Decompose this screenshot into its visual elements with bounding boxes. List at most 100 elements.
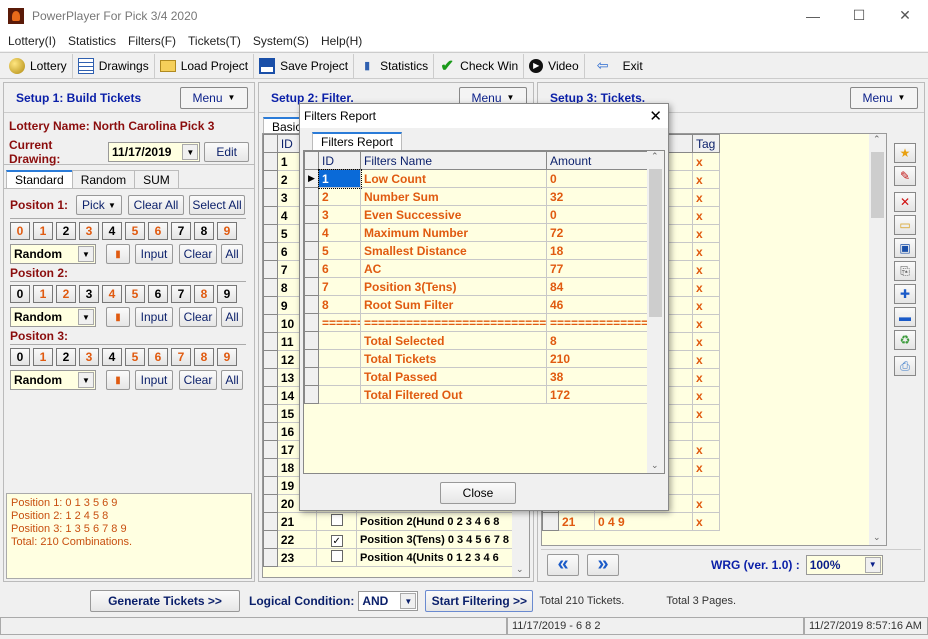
position-3-digit-0[interactable]: 0	[10, 348, 30, 366]
position-3-digit-5[interactable]: 5	[125, 348, 145, 366]
folder-open-tool-button[interactable]: ▭	[894, 215, 916, 235]
report-row[interactable]: Total Selected 8	[304, 331, 648, 350]
position-3-all-button[interactable]: All	[221, 370, 243, 390]
report-row[interactable]: Total Tickets 210	[304, 349, 648, 368]
tickets-scrollbar[interactable]: ⌃ ⌄	[869, 134, 886, 545]
position-2-input-button[interactable]: Input	[135, 307, 173, 327]
position-1-input-button[interactable]: Input	[135, 244, 173, 264]
position-1-mode-select[interactable]: Random ▼	[10, 244, 96, 264]
ticket-row[interactable]: 21 0 4 9x	[542, 512, 720, 531]
position-2-digit-6[interactable]: 6	[148, 285, 168, 303]
position-2-clear-button[interactable]: Clear	[179, 307, 217, 327]
position-3-digit-3[interactable]: 3	[79, 348, 99, 366]
position-1-digit-8[interactable]: 8	[194, 222, 214, 240]
generate-tickets-button[interactable]: Generate Tickets >>	[90, 590, 240, 612]
tab-filters-report[interactable]: Filters Report	[312, 132, 403, 150]
tab-sum[interactable]: SUM	[134, 170, 179, 188]
report-id-header[interactable]: ID	[318, 151, 361, 170]
position-2-digit-1[interactable]: 1	[33, 285, 53, 303]
scroll-thumb[interactable]	[649, 169, 662, 317]
position-2-digit-2[interactable]: 2	[56, 285, 76, 303]
edit-button[interactable]: Edit	[204, 142, 249, 162]
position-1-clear-button[interactable]: Clear	[179, 244, 217, 264]
lottery-button[interactable]: Lottery	[4, 53, 73, 78]
minimize-button[interactable]: —	[790, 0, 836, 31]
position-1-digit-9[interactable]: 9	[217, 222, 237, 240]
position-3-digit-4[interactable]: 4	[102, 348, 122, 366]
setup3-menu-button[interactable]: Menu ▼	[850, 86, 918, 109]
report-scrollbar[interactable]: ⌃ ⌄	[647, 151, 664, 473]
report-row[interactable]: 4 Maximum Number 72	[304, 223, 648, 242]
report-row[interactable]: Total Filtered Out 172	[304, 385, 648, 404]
printer-tool-button[interactable]: ⎙	[894, 356, 916, 376]
position-2-digit-3[interactable]: 3	[79, 285, 99, 303]
position-3-digit-6[interactable]: 6	[148, 348, 168, 366]
tab-standard[interactable]: Standard	[6, 170, 73, 188]
position-1-digit-4[interactable]: 4	[102, 222, 122, 240]
video-button[interactable]: ▶ Video	[524, 53, 585, 78]
menu-statistics[interactable]: Statistics	[62, 34, 122, 48]
copy-tool-button[interactable]: ⎘	[894, 261, 916, 281]
delete-tool-button[interactable]: ✕	[894, 192, 916, 212]
menu-filters[interactable]: Filters(F)	[122, 34, 182, 48]
position-2-digit-0[interactable]: 0	[10, 285, 30, 303]
position-3-input-button[interactable]: Input	[135, 370, 173, 390]
menu-lottery[interactable]: Lottery(I)	[2, 34, 62, 48]
position-2-digit-9[interactable]: 9	[217, 285, 237, 303]
position-3-digit-2[interactable]: 2	[56, 348, 76, 366]
position-1-digit-0[interactable]: 0	[10, 222, 30, 240]
exit-button[interactable]: ⇦ Exit	[585, 54, 648, 78]
logical-condition-select[interactable]: AND ▼	[358, 591, 419, 611]
next-page-button[interactable]: »	[587, 553, 619, 576]
minus-tool-button[interactable]: ▬	[894, 307, 916, 327]
plus-tool-button[interactable]: ✚	[894, 284, 916, 304]
recycle-tool-button[interactable]: ♻	[894, 330, 916, 350]
position-3-mode-select[interactable]: Random ▼	[10, 370, 96, 390]
report-row[interactable]: 3 Even Successive 0	[304, 205, 648, 224]
position-2-mode-select[interactable]: Random ▼	[10, 307, 96, 327]
position-2-digit-7[interactable]: 7	[171, 285, 191, 303]
position-2-digit-4[interactable]: 4	[102, 285, 122, 303]
position-1-digit-2[interactable]: 2	[56, 222, 76, 240]
menu-tickets[interactable]: Tickets(T)	[182, 34, 247, 48]
zoom-select[interactable]: 100% ▼	[805, 554, 883, 575]
position-3-clear-button[interactable]: Clear	[179, 370, 217, 390]
filter-checkbox[interactable]	[330, 550, 343, 562]
close-window-button[interactable]: ✕	[882, 0, 928, 31]
report-row[interactable]: 8 Root Sum Filter 46	[304, 295, 648, 314]
tab-random[interactable]: Random	[71, 170, 136, 188]
position-2-all-button[interactable]: All	[221, 307, 243, 327]
clear-all-button[interactable]: Clear All	[128, 195, 184, 215]
dialog-close-button[interactable]: Close	[440, 482, 516, 504]
position-1-chart-button[interactable]: ▮	[106, 244, 130, 264]
position-2-chart-button[interactable]: ▮	[106, 307, 130, 327]
floppy-disk-tool-button[interactable]: ▣	[894, 238, 916, 258]
position-1-digit-3[interactable]: 3	[79, 222, 99, 240]
position-2-digit-5[interactable]: 5	[125, 285, 145, 303]
start-filtering-button[interactable]: Start Filtering >>	[425, 590, 534, 612]
load-project-button[interactable]: Load Project	[155, 53, 255, 78]
position-3-digit-8[interactable]: 8	[194, 348, 214, 366]
previous-page-button[interactable]: «	[547, 553, 579, 576]
report-name-header[interactable]: Filters Name	[360, 151, 547, 170]
save-project-button[interactable]: Save Project	[254, 53, 355, 78]
menu-help[interactable]: Help(H)	[315, 34, 368, 48]
position-3-digit-1[interactable]: 1	[33, 348, 53, 366]
position-3-digit-7[interactable]: 7	[171, 348, 191, 366]
position-1-digit-5[interactable]: 5	[125, 222, 145, 240]
dialog-close-icon[interactable]: ✕	[649, 107, 662, 125]
brush-tool-button[interactable]: ✎	[894, 166, 916, 186]
report-row[interactable]: 6 AC 77	[304, 259, 648, 278]
position-2-digit-8[interactable]: 8	[194, 285, 214, 303]
report-amount-header[interactable]: Amount	[546, 151, 648, 170]
setup1-menu-button[interactable]: Menu ▼	[180, 86, 248, 109]
filter-row[interactable]: 21 Position 2(Hund 0 2 3 4 6 8	[263, 512, 513, 531]
filter-checkbox[interactable]	[330, 514, 343, 526]
report-row[interactable]: ====== ========================== ========…	[304, 313, 648, 332]
tag-column-header[interactable]: Tag	[692, 134, 720, 153]
select-all-button[interactable]: Select All	[189, 195, 245, 215]
filter-row[interactable]: 23 Position 4(Units 0 1 2 3 4 6	[263, 548, 513, 567]
statistics-button[interactable]: ▮ Statistics	[354, 53, 435, 78]
report-row[interactable]: Total Passed 38	[304, 367, 648, 386]
current-drawing-select[interactable]: 11/17/2019 ▼	[108, 142, 201, 162]
